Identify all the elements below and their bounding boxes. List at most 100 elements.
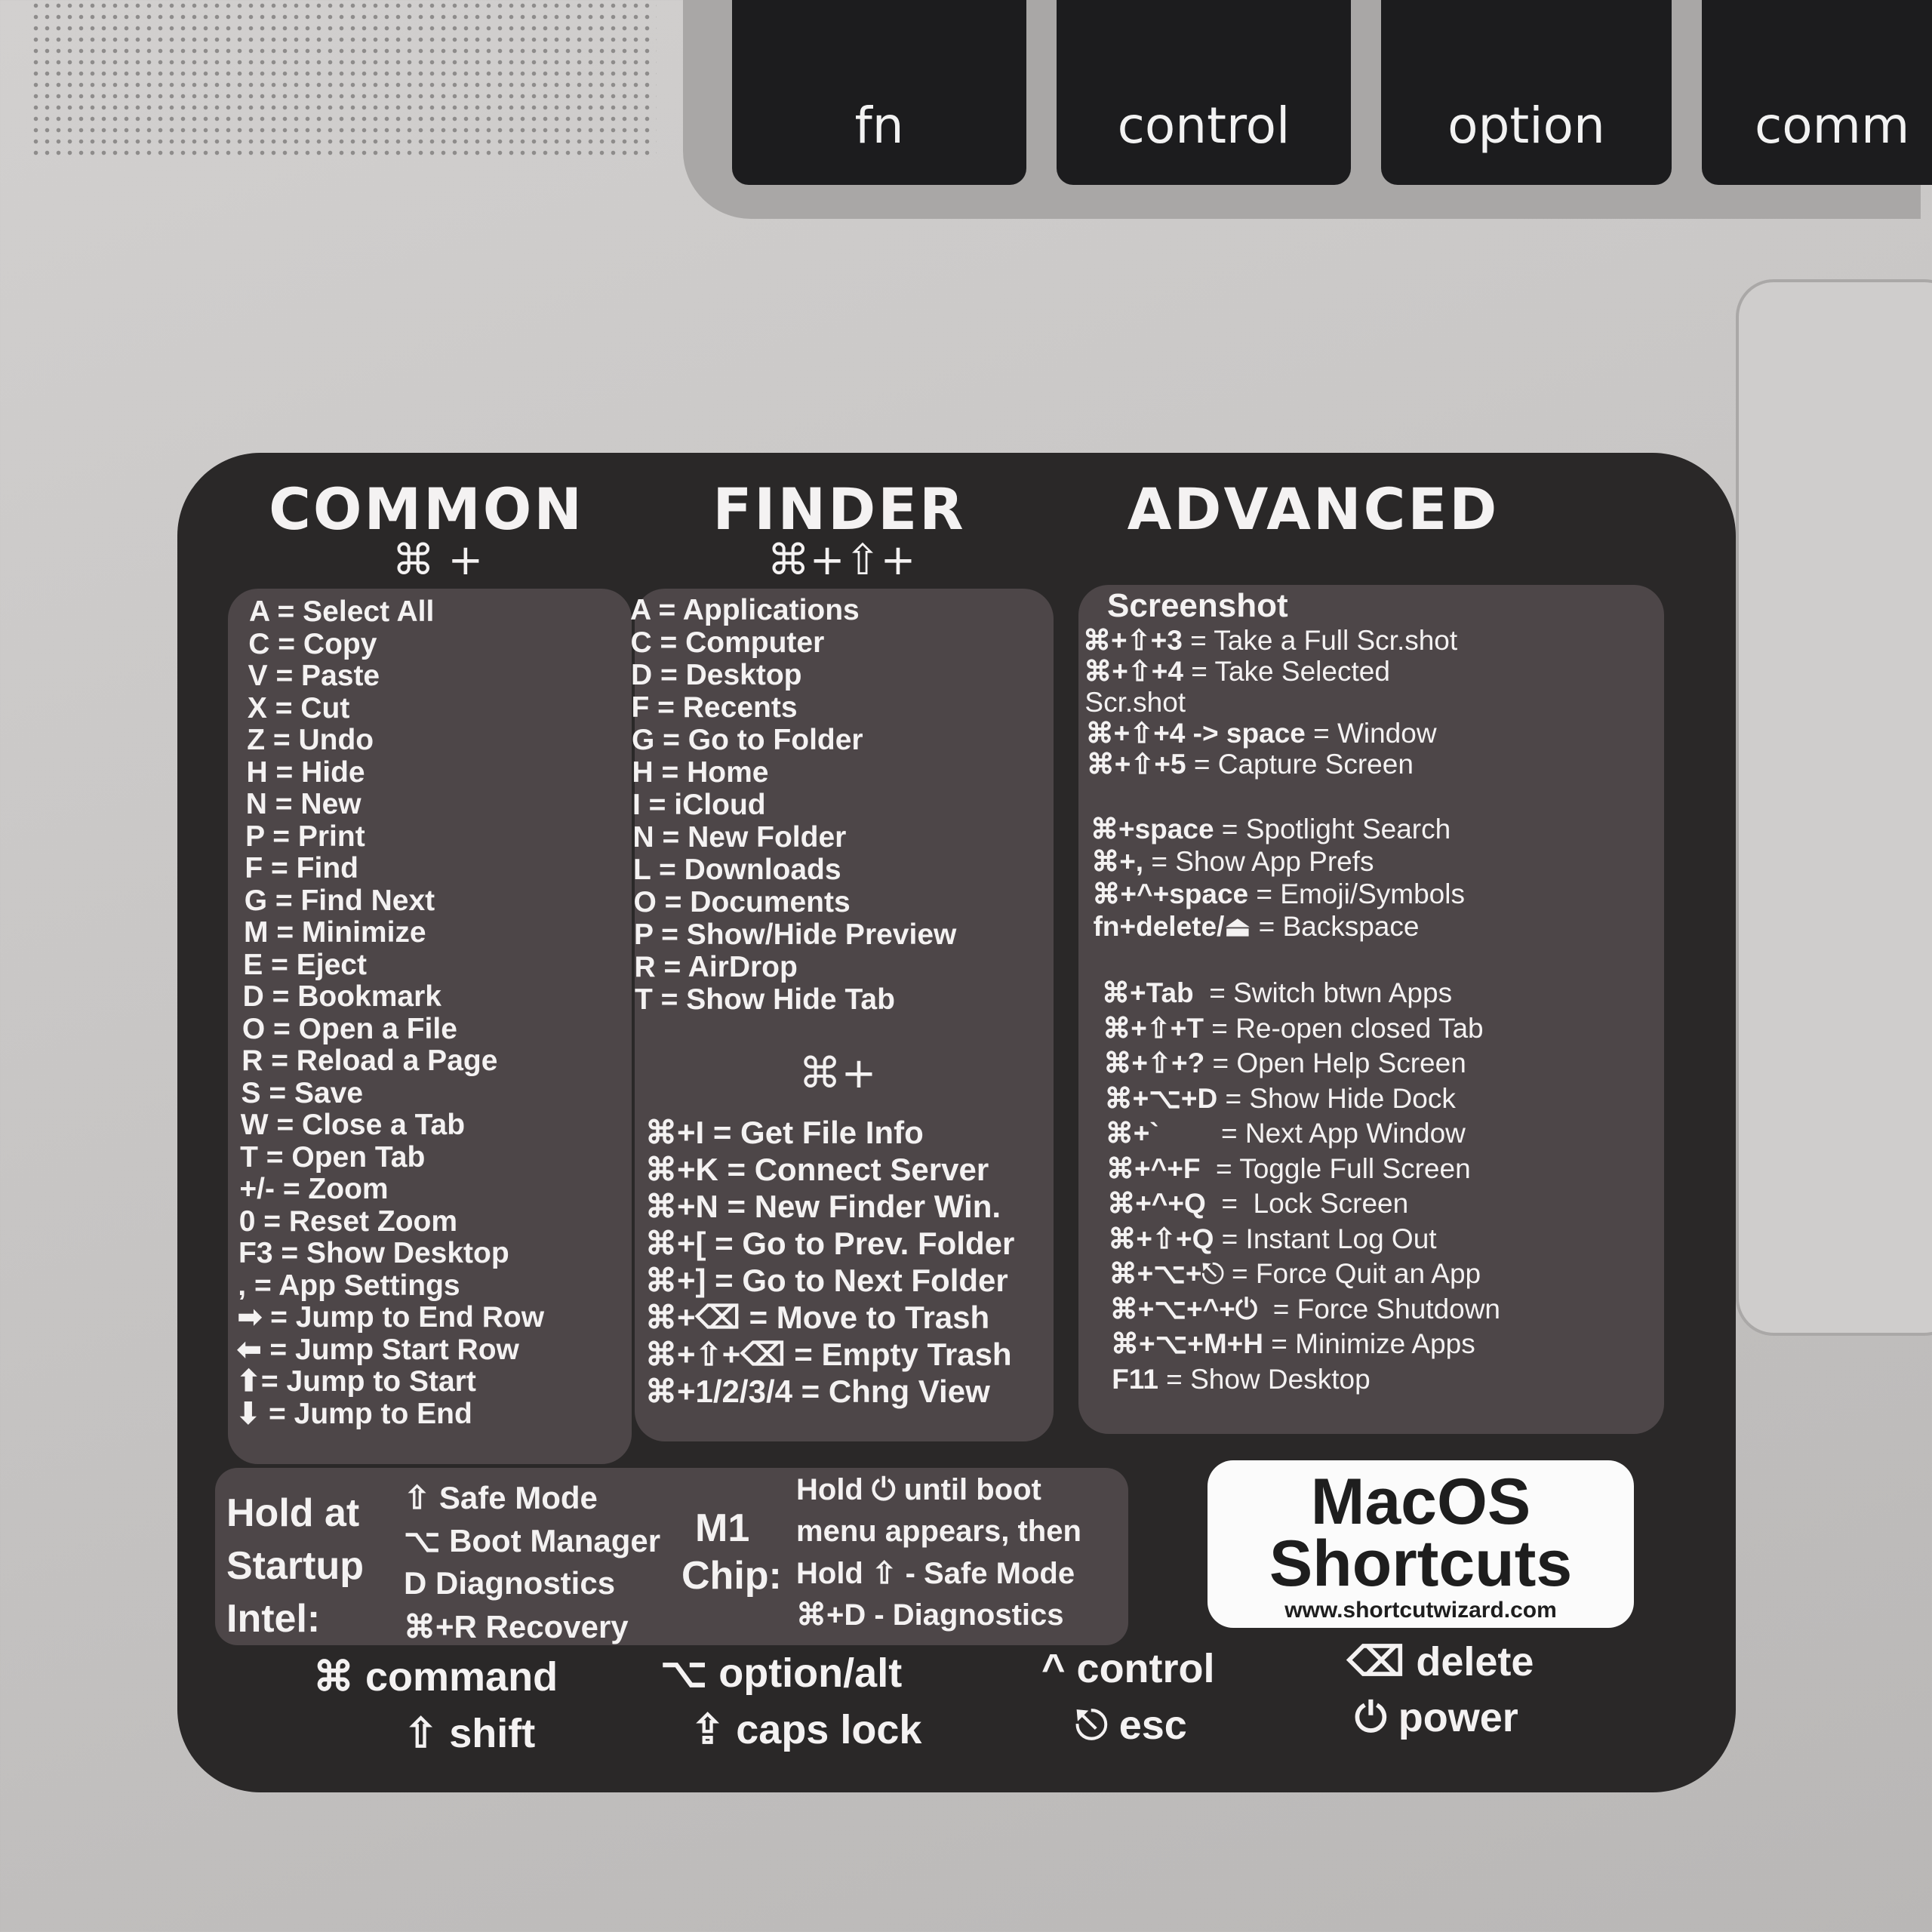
shortcut-keys: ⌘+Tab bbox=[1102, 977, 1194, 1008]
brand-logo: MacOS Shortcuts www.shortcutwizard.com bbox=[1208, 1460, 1634, 1628]
common-shortcut: F3 = Show Desktop bbox=[238, 1237, 509, 1269]
finder-shortcut: T = Show Hide Tab bbox=[635, 983, 895, 1016]
shortcut-keys: F11 bbox=[1112, 1363, 1158, 1395]
common-shortcut: F = Find bbox=[245, 852, 358, 884]
shortcut-action: = Window bbox=[1305, 718, 1437, 749]
speaker-grill bbox=[30, 0, 657, 158]
common-shortcut: H = Hide bbox=[246, 755, 365, 789]
legend-item: ⇪ caps lock bbox=[691, 1707, 922, 1752]
common-shortcut: X = Cut bbox=[247, 691, 350, 724]
advanced-shortcut: ⌘+^+Q = Lock Screen bbox=[1107, 1188, 1408, 1220]
common-shortcut: ⬆= Jump to Start bbox=[236, 1365, 476, 1398]
finder-shortcut: L = Downloads bbox=[633, 854, 841, 886]
finder-shortcut: C = Computer bbox=[630, 626, 825, 659]
shortcut-action: = Spotlight Search bbox=[1214, 814, 1451, 844]
shortcut-action: Scr.shot bbox=[1084, 687, 1186, 718]
legend-item: ⌫ delete bbox=[1347, 1639, 1534, 1684]
advanced-shortcut: F11 = Show Desktop bbox=[1112, 1364, 1370, 1395]
logo-line2: Shortcuts bbox=[1269, 1527, 1573, 1600]
advanced-shortcut: ⌘+⇧+Q = Instant Log Out bbox=[1108, 1223, 1436, 1255]
common-shortcut: ⬅ = Jump Start Row bbox=[236, 1333, 519, 1366]
intel-boot-item: D Diagnostics bbox=[404, 1565, 616, 1601]
advanced-shortcut: ⌘+⌥+⎋ = Force Quit an App bbox=[1109, 1258, 1481, 1290]
finder-cmd-shortcut: ⌘+[ = Go to Prev. Folder bbox=[645, 1226, 1015, 1261]
common-shortcut: Z = Undo bbox=[247, 724, 374, 756]
common-shortcut: P = Print bbox=[245, 820, 365, 853]
legend-item: ⇧ shift bbox=[404, 1711, 536, 1756]
shortcut-keys: ⌘+⇧+3 bbox=[1083, 625, 1183, 656]
common-shortcut: C = Copy bbox=[248, 627, 377, 660]
finder-shortcut: I = iCloud bbox=[632, 789, 766, 821]
common-shortcut: O = Open a File bbox=[242, 1012, 457, 1045]
shortcut-action: = Toggle Full Screen bbox=[1200, 1152, 1471, 1184]
shortcut-action: = Force Shutdown bbox=[1257, 1293, 1501, 1324]
header-common: COMMON bbox=[269, 475, 584, 543]
key-control: control bbox=[1057, 0, 1351, 185]
shortcut-action: = Emoji/Symbols bbox=[1248, 878, 1465, 909]
m1-boot-item: ⌘+D - Diagnostics bbox=[796, 1598, 1064, 1632]
common-shortcut: S = Save bbox=[241, 1076, 364, 1109]
common-shortcut: G = Find Next bbox=[244, 884, 435, 917]
shortcut-keys: ⌘+^+space bbox=[1092, 878, 1249, 909]
legend-item: ⏻ power bbox=[1355, 1695, 1518, 1740]
finder-cmd-shortcut: ⌘+1/2/3/4 = Chng View bbox=[645, 1374, 990, 1409]
trackpad bbox=[1736, 279, 1932, 1336]
shortcut-keys: ⌘+⇧+4 bbox=[1084, 656, 1183, 687]
shortcut-action: = Switch btwn Apps bbox=[1193, 977, 1453, 1008]
legend-item: ⎋ esc bbox=[1075, 1703, 1187, 1748]
finder-cmd-shortcut: ⌘+] = Go to Next Folder bbox=[645, 1263, 1008, 1298]
finder-cmd-shortcut: ⌘+I = Get File Info bbox=[645, 1115, 924, 1150]
common-shortcut: ⬇ = Jump to End bbox=[235, 1397, 472, 1430]
common-shortcut: A = Select All bbox=[249, 595, 435, 628]
m1-label: Chip: bbox=[681, 1554, 782, 1598]
finder-cmd-shortcut: ⌘+⌫ = Move to Trash bbox=[645, 1300, 990, 1335]
finder-shortcut: O = Documents bbox=[633, 886, 851, 918]
common-shortcut: D = Bookmark bbox=[242, 980, 441, 1013]
finder-prefix: ⌘+⇧+ bbox=[767, 536, 916, 585]
advanced-shortcut: ⌘+⇧+5 = Capture Screen bbox=[1087, 749, 1414, 780]
common-shortcut: R = Reload a Page bbox=[242, 1044, 498, 1077]
shortcut-action: = Take a Full Scr.shot bbox=[1182, 625, 1458, 656]
shortcut-action: = Force Quit an App bbox=[1223, 1258, 1481, 1289]
shortcut-action: = Lock Screen bbox=[1205, 1188, 1409, 1219]
finder-shortcut: A = Applications bbox=[630, 594, 860, 626]
shortcut-action: = Open Help Screen bbox=[1204, 1048, 1466, 1078]
shortcut-keys: ⌘+⌥+^+⏻ bbox=[1109, 1293, 1258, 1324]
m1-boot-item: Hold ⇧ - Safe Mode bbox=[796, 1557, 1075, 1590]
screenshot-heading: Screenshot bbox=[1107, 587, 1288, 624]
shortcut-keys: ⌘+, bbox=[1091, 846, 1144, 877]
shortcut-keys: fn+delete/⏏ bbox=[1093, 911, 1251, 942]
finder-cmd-shortcut: ⌘+K = Connect Server bbox=[645, 1152, 989, 1187]
intel-boot-item: ⌘+R Recovery bbox=[404, 1609, 629, 1644]
advanced-shortcut: ⌘+^+space = Emoji/Symbols bbox=[1092, 878, 1465, 910]
legend-item: ⌘ command bbox=[313, 1654, 558, 1700]
shortcut-keys: ⌘+⌥+⎋ bbox=[1109, 1258, 1224, 1289]
intel-label: Hold at bbox=[226, 1491, 360, 1535]
common-shortcut: V = Paste bbox=[248, 660, 380, 692]
common-shortcut: E = Eject bbox=[243, 948, 367, 981]
m1-boot-item: Hold ⏻ until boot bbox=[796, 1473, 1041, 1506]
shortcut-keys: ⌘+⇧+Q bbox=[1108, 1223, 1214, 1254]
legend-item: ^ control bbox=[1041, 1646, 1215, 1691]
finder-shortcut: F = Recents bbox=[631, 691, 798, 724]
finder-shortcut: R = AirDrop bbox=[634, 951, 798, 983]
common-shortcut: W = Close a Tab bbox=[240, 1109, 466, 1141]
advanced-shortcut: ⌘+^+F = Toggle Full Screen bbox=[1106, 1153, 1471, 1185]
finder-cmd-shortcut: ⌘+N = New Finder Win. bbox=[645, 1189, 1001, 1224]
shortcut-action: = Minimize Apps bbox=[1263, 1328, 1475, 1359]
logo-url: www.shortcutwizard.com bbox=[1284, 1598, 1557, 1623]
common-shortcut: +/- = Zoom bbox=[239, 1173, 389, 1205]
shortcut-keys: ⌘+⇧+? bbox=[1103, 1048, 1205, 1078]
advanced-shortcut: ⌘+Tab = Switch btwn Apps bbox=[1102, 977, 1452, 1009]
advanced-shortcut: ⌘+⇧+4 -> space = Window bbox=[1086, 718, 1437, 749]
m1-boot-item: menu appears, then bbox=[796, 1515, 1081, 1548]
shortcut-keys: ⌘+^+F bbox=[1106, 1152, 1201, 1184]
shortcut-action: = Backspace bbox=[1251, 911, 1420, 942]
advanced-shortcut: fn+delete/⏏ = Backspace bbox=[1094, 911, 1420, 943]
shortcut-action: = Show App Prefs bbox=[1143, 846, 1374, 877]
shortcut-keys: ⌘+^+Q bbox=[1107, 1188, 1206, 1219]
header-finder: FINDER bbox=[712, 475, 966, 543]
advanced-shortcut: ⌘+⇧+T = Re-open closed Tab bbox=[1103, 1013, 1483, 1044]
common-prefix: ⌘ + bbox=[392, 536, 484, 585]
advanced-shortcut: ⌘+⌥+D = Show Hide Dock bbox=[1105, 1083, 1456, 1115]
